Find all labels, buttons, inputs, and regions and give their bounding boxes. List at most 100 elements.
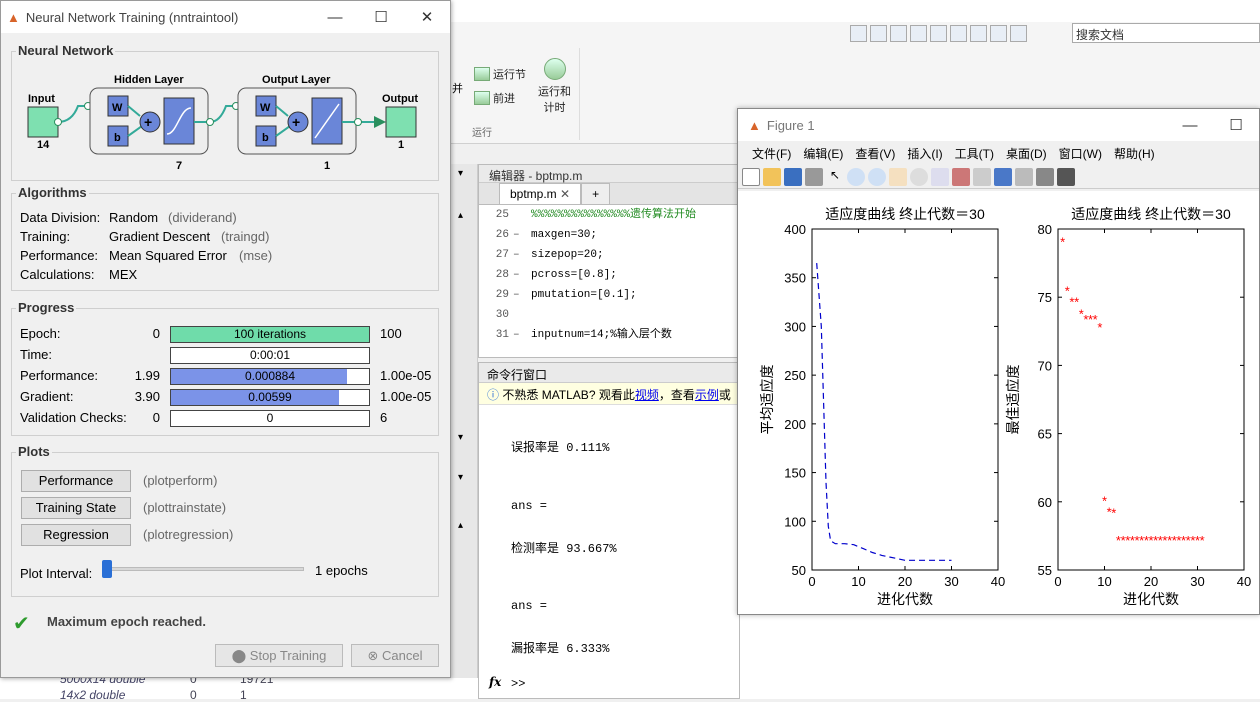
scatter-point: * xyxy=(1200,533,1205,548)
progress-label: Time: xyxy=(20,347,53,362)
plot-training-state-button[interactable]: Training State xyxy=(21,497,131,519)
editor-title: 编辑器 - bptmp.m xyxy=(479,165,739,183)
new-tab-button[interactable]: + xyxy=(581,183,611,204)
chevron-down-icon[interactable]: ▾ xyxy=(458,472,463,483)
help-icon[interactable] xyxy=(1010,24,1027,42)
paste-icon[interactable] xyxy=(930,24,947,42)
y-tick-label: 60 xyxy=(1038,495,1052,510)
zoom-in-icon[interactable] xyxy=(847,167,865,186)
minimize-button[interactable]: — xyxy=(312,1,358,33)
plots-group: Plots Performance (plotperform) Training… xyxy=(11,444,439,597)
progress-end: 1.00e-05 xyxy=(380,368,432,383)
search-docs-input[interactable]: 搜索文档 xyxy=(1072,23,1260,43)
toolstrip-run-section: 运行节 前进 运行和 计时 运行 并 xyxy=(452,48,580,140)
stop-training-button[interactable]: ⬤ Stop Training xyxy=(215,644,343,667)
progress-end: 6 xyxy=(380,410,388,425)
progress-label: Validation Checks: xyxy=(20,410,127,425)
pointer-icon[interactable]: ↖ xyxy=(826,168,844,186)
data-cursor-icon[interactable] xyxy=(931,167,949,186)
cancel-button[interactable]: ⊗ Cancel xyxy=(351,644,439,667)
input-box xyxy=(27,106,59,138)
advance-button[interactable]: 前进 xyxy=(474,90,515,106)
y-tick-label: 55 xyxy=(1038,563,1052,578)
undo-icon[interactable] xyxy=(950,24,967,42)
menu-desktop[interactable]: 桌面(D) xyxy=(1000,145,1053,162)
progress-start: 1.99 xyxy=(134,368,160,383)
redo-icon[interactable] xyxy=(970,24,987,42)
chevron-up-icon[interactable]: ▴ xyxy=(458,210,463,221)
toolbar-icon[interactable] xyxy=(850,24,867,42)
minimize-button[interactable]: — xyxy=(1167,109,1213,141)
scatter-point: * xyxy=(1060,234,1065,249)
save-icon[interactable] xyxy=(784,167,802,186)
code-area[interactable]: 25 %%%%%%%%%%%%%%%遗传算法开始 26– maxgen=30; 27– s… xyxy=(479,205,739,345)
print-icon[interactable] xyxy=(805,167,823,186)
progress-end: 1.00e-05 xyxy=(380,389,432,404)
editor-tab-bptmp[interactable]: bptmp.m ✕ xyxy=(499,183,582,204)
close-icon[interactable]: ✕ xyxy=(560,187,570,201)
quick-access-toolbar xyxy=(850,22,1070,44)
rotate-icon[interactable] xyxy=(910,167,928,186)
y-tick-label: 350 xyxy=(784,271,806,286)
panel-collapse-strip: ▾ ▴ ▾ ▾ ▴ xyxy=(450,164,478,699)
chevron-down-icon[interactable]: ▾ xyxy=(458,168,463,179)
plot-interval-slider[interactable] xyxy=(102,560,304,578)
new-figure-icon[interactable] xyxy=(742,167,760,186)
command-window-extension xyxy=(740,615,1260,699)
group-title: Plots xyxy=(16,444,52,459)
copy-icon[interactable] xyxy=(910,24,927,42)
menu-view[interactable]: 查看(V) xyxy=(849,145,901,162)
menu-help[interactable]: 帮助(H) xyxy=(1108,145,1161,162)
svg-text:W: W xyxy=(260,102,271,114)
chevron-down-icon[interactable]: ▾ xyxy=(458,432,463,443)
zoom-out-icon[interactable] xyxy=(868,167,886,186)
slider-thumb[interactable] xyxy=(102,560,112,578)
menu-window[interactable]: 窗口(W) xyxy=(1053,145,1108,162)
pan-icon[interactable] xyxy=(889,167,907,186)
menu-file[interactable]: 文件(F) xyxy=(746,145,797,162)
maximize-button[interactable]: ☐ xyxy=(1213,109,1259,141)
menu-edit[interactable]: 编辑(E) xyxy=(797,145,849,162)
colorbar-icon[interactable] xyxy=(994,167,1012,186)
examples-link[interactable]: 示例 xyxy=(695,388,719,402)
axes-box xyxy=(811,228,999,571)
save-icon[interactable] xyxy=(870,24,887,42)
group-title: Algorithms xyxy=(16,185,89,200)
plot-regression-button[interactable]: Regression xyxy=(21,524,131,546)
scatter-point: * xyxy=(1111,506,1116,521)
run-section-button[interactable]: 运行节 xyxy=(474,66,526,82)
progress-bar: 100 iterations xyxy=(170,326,370,343)
figure-menubar: 文件(F) 编辑(E) 查看(V) 插入(I) 工具(T) 桌面(D) 窗口(W… xyxy=(738,141,1259,165)
progress-bar: 0.000884 xyxy=(170,368,370,385)
matlab-logo-icon: ▲ xyxy=(7,9,20,25)
figure-charts: 适应度曲线 终止代数＝300 10 20 30 40501001502002503003… xyxy=(759,206,1251,607)
cut-icon[interactable] xyxy=(890,24,907,42)
code-line: 29– pmutation=[0.1]; xyxy=(495,289,637,301)
video-link[interactable]: 视频 xyxy=(635,388,659,402)
input-label: Input xyxy=(28,93,55,105)
open-file-icon[interactable] xyxy=(763,167,781,186)
progress-bar: 0.00599 xyxy=(170,389,370,406)
close-button[interactable]: ✕ xyxy=(404,1,450,33)
link-icon[interactable] xyxy=(973,167,991,186)
maximize-button[interactable]: ☐ xyxy=(358,1,404,33)
switch-window-icon[interactable] xyxy=(990,24,1007,42)
figure-titlebar: ▲ Figure 1 — ☐ xyxy=(738,109,1259,141)
hide-plot-tools-icon[interactable] xyxy=(1036,167,1054,186)
brush-icon[interactable] xyxy=(952,167,970,186)
command-prompt[interactable]: >> xyxy=(511,677,525,691)
legend-icon[interactable] xyxy=(1015,167,1033,186)
plot-performance-button[interactable]: Performance xyxy=(21,470,131,492)
run-and-time-button[interactable]: 运行和 计时 xyxy=(538,58,571,115)
x-tick-label: 40 xyxy=(1237,574,1251,589)
menu-insert[interactable]: 插入(I) xyxy=(901,145,948,162)
progress-label: Epoch: xyxy=(20,326,61,341)
command-window[interactable]: 命令行窗口 ⓘ 不熟悉 MATLAB? 观看此视频，查看示例或 误报率是 0.1… xyxy=(478,362,740,699)
x-axis-label: 进化代数 xyxy=(877,591,933,607)
command-output-line: ans = xyxy=(511,599,548,613)
fx-icon[interactable]: fx xyxy=(489,675,501,689)
menu-tools[interactable]: 工具(T) xyxy=(949,145,1000,162)
show-plot-tools-icon[interactable] xyxy=(1057,167,1075,186)
chevron-up-icon[interactable]: ▴ xyxy=(458,520,463,531)
status-message: Maximum epoch reached. xyxy=(47,614,206,629)
